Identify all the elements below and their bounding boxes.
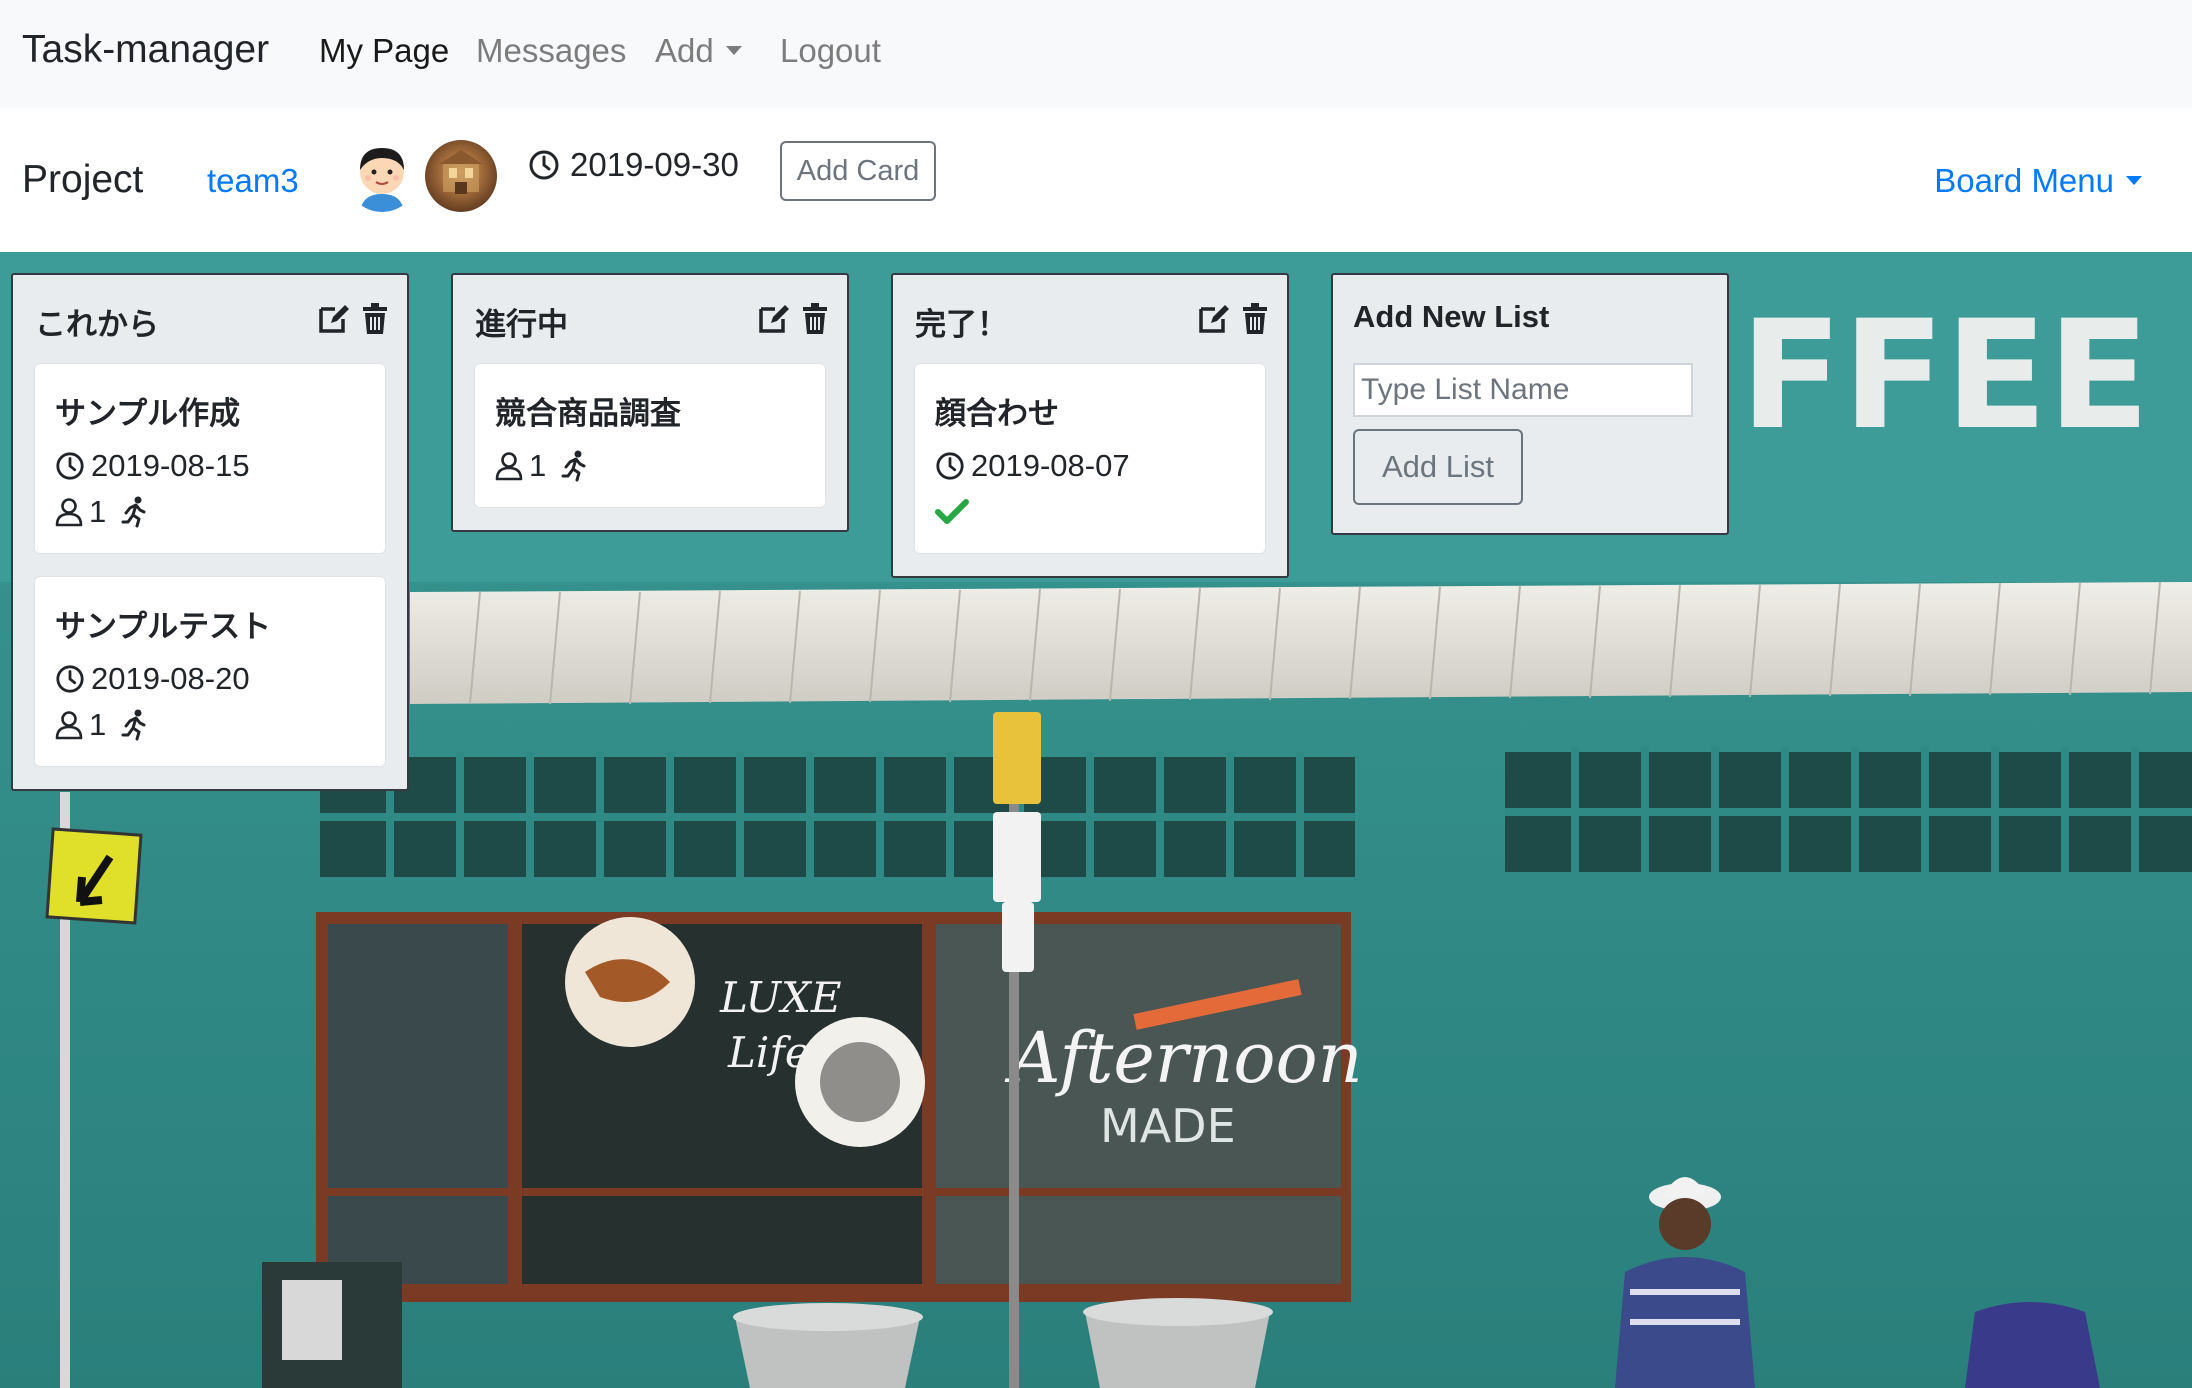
user-icon (495, 452, 523, 481)
running-icon (561, 450, 586, 482)
add-new-list-title: Add New List (1353, 299, 1550, 334)
clock-icon (56, 665, 84, 693)
caret-down-icon (725, 45, 742, 55)
card-due: 2019-08-07 (935, 443, 1245, 489)
project-title: Project (22, 158, 144, 201)
list-title: 完了！ (915, 307, 1008, 343)
card-title: サンプルテスト (55, 609, 272, 645)
avatar[interactable] (346, 140, 418, 212)
card-due: 2019-08-20 (55, 656, 365, 702)
avatar[interactable] (425, 140, 497, 212)
list-header: 完了！ (893, 275, 1287, 363)
card-meta: 1 (55, 489, 365, 535)
nav-logout[interactable]: Logout (780, 32, 881, 70)
list-header: これから (13, 275, 407, 363)
team-link[interactable]: team3 (207, 162, 299, 200)
check-icon (935, 499, 969, 524)
svg-text:FFEE: FFEE (1740, 289, 2150, 463)
card-title: サンプル作成 (55, 396, 241, 432)
trash-icon[interactable] (801, 303, 829, 340)
trash-icon[interactable] (361, 303, 389, 340)
svg-text:Afternoon: Afternoon (1004, 1017, 1363, 1099)
card-member-count: 1 (89, 494, 107, 529)
card-due-text: 2019-08-20 (91, 661, 250, 696)
clock-icon (936, 452, 964, 480)
running-icon (121, 496, 146, 528)
user-icon (55, 498, 83, 527)
nav-add-dropdown[interactable]: Add (655, 32, 742, 70)
list-name-input[interactable] (1353, 363, 1693, 417)
task-card[interactable]: 顔合わせ 2019-08-07 (914, 363, 1266, 554)
card-due-text: 2019-08-07 (971, 448, 1130, 483)
nav-messages[interactable]: Messages (476, 32, 626, 70)
board-menu-dropdown[interactable]: Board Menu (1934, 162, 2142, 200)
list-column: 完了！ 顔合わせ 2019-08-07 (891, 273, 1289, 578)
add-list-button[interactable]: Add List (1353, 429, 1523, 505)
caret-down-icon (2126, 175, 2142, 185)
clock-icon (56, 452, 84, 480)
edit-icon[interactable] (1197, 303, 1231, 340)
task-card[interactable]: サンプルテスト 2019-08-20 1 (34, 576, 386, 767)
running-icon (121, 709, 146, 741)
list-column: 進行中 競合商品調査 1 (451, 273, 849, 532)
list-title: 進行中 (475, 307, 568, 343)
trash-icon[interactable] (1241, 303, 1269, 340)
project-deadline: 2019-09-30 (528, 146, 739, 184)
add-card-button[interactable]: Add Card (780, 141, 936, 201)
task-card[interactable]: サンプル作成 2019-08-15 1 (34, 363, 386, 554)
card-title: 顔合わせ (935, 396, 1059, 432)
card-due: 2019-08-15 (55, 443, 365, 489)
svg-text:MADE: MADE (1100, 1099, 1236, 1153)
add-new-list-panel: Add New List Add List (1331, 273, 1729, 535)
svg-text:LUXE: LUXE (719, 973, 842, 1022)
card-due-text: 2019-08-15 (91, 448, 250, 483)
card-member-count: 1 (529, 448, 547, 483)
brand-link[interactable]: Task-manager (22, 28, 269, 72)
board-menu-label: Board Menu (1934, 162, 2114, 199)
edit-icon[interactable] (757, 303, 791, 340)
project-bar: Project team3 2019-09-30 Add Card Board … (0, 108, 2192, 252)
edit-icon[interactable] (317, 303, 351, 340)
top-navbar: Task-manager My Page Messages Add Logout (0, 0, 2192, 108)
card-meta: 1 (55, 702, 365, 748)
nav-add-label: Add (655, 32, 714, 69)
svg-text:Life: Life (727, 1028, 810, 1077)
card-member-count: 1 (89, 707, 107, 742)
nav-my-page[interactable]: My Page (319, 32, 449, 70)
project-deadline-text: 2019-09-30 (570, 146, 739, 183)
card-meta: 1 (495, 443, 805, 489)
card-meta (935, 489, 1245, 535)
list-title: これから (35, 307, 159, 343)
list-header: 進行中 (453, 275, 847, 363)
task-card[interactable]: 競合商品調査 1 (474, 363, 826, 508)
user-icon (55, 711, 83, 740)
list-column: これから サンプル作成 2019-08-15 1 サンプルテスト 2019-08… (11, 273, 409, 791)
card-title: 競合商品調査 (495, 396, 681, 432)
clock-icon (529, 150, 559, 180)
